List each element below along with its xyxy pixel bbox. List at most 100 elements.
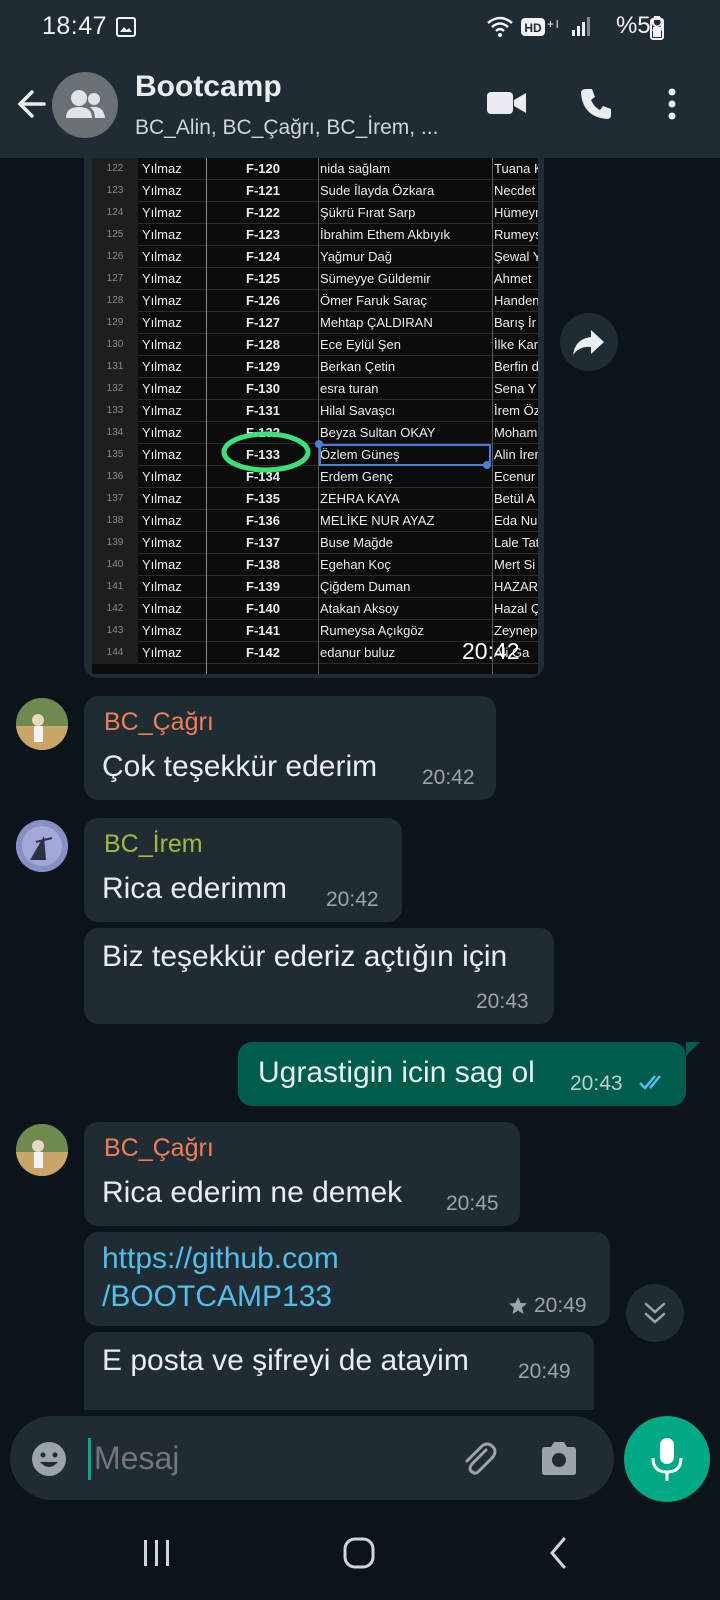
forward-icon (573, 330, 604, 355)
forward-button[interactable] (560, 313, 618, 371)
sender-name[interactable]: BC_Çağrı (104, 708, 214, 737)
sheet-cell: Ece Eylül Şen (320, 337, 401, 352)
sheet-cell: 135 (92, 444, 138, 466)
sheet-cell: 137 (92, 488, 138, 510)
sheet-cell: F-127 (246, 315, 280, 330)
sheet-row: 122 Yılmaz F-120 nida sağlam Tuana K (92, 158, 538, 180)
message-list[interactable]: 122 Yılmaz F-120 nida sağlam Tuana K 123 Yılma… (0, 158, 720, 1410)
back-nav-icon[interactable] (546, 1536, 570, 1570)
voice-call-icon[interactable] (578, 86, 614, 122)
avatar-photo (16, 698, 68, 750)
message-text: Rica ederimm (102, 872, 288, 905)
sheet-cell: Rumeysa Açıkgöz (320, 623, 425, 638)
sender-name[interactable]: BC_Çağrı (104, 1134, 214, 1163)
sheet-cell: Buse Mağde (320, 535, 393, 550)
starred-icon (509, 1297, 527, 1314)
sheet-cell: İlke Kar (494, 337, 538, 352)
sheet-row: 131 Yılmaz F-129 Berkan Çetin Berfin d (92, 356, 538, 378)
spreadsheet-image[interactable]: 122 Yılmaz F-120 nida sağlam Tuana K 123 Yılma… (92, 158, 538, 674)
sheet-cell: Mehtap ÇALDIRAN (320, 315, 433, 330)
chat-header: Bootcamp BC_Alin, BC_Çağrı, BC_İrem, ... (0, 56, 720, 158)
recent-apps-icon[interactable] (140, 1538, 174, 1568)
sheet-cell: Yılmaz (142, 249, 182, 264)
sheet-row: 139 Yılmaz F-137 Buse Mağde Lale Tat (92, 532, 538, 554)
sheet-cell: 123 (92, 180, 138, 202)
sheet-cell: Yılmaz (142, 315, 182, 330)
sheet-cell: F-139 (246, 579, 280, 594)
sheet-cell: F-135 (246, 491, 280, 506)
message-input[interactable] (94, 1434, 444, 1482)
sheet-cell: Mert Si (494, 557, 536, 572)
message-bubble[interactable]: BC_İrem Rica ederimm 20:42 (84, 818, 402, 922)
message-bubble[interactable]: BC_Çağrı Çok teşekkür ederim 20:42 (84, 696, 496, 800)
sheet-cell: Hazal Ç (494, 601, 538, 616)
avatar-cagri[interactable] (16, 698, 68, 750)
outgoing-message-bubble[interactable]: Ugrastigin icin sag ol 20:43 (238, 1042, 686, 1106)
message-time: 20:49 (534, 1294, 587, 1317)
avatar-cagri[interactable] (16, 1124, 68, 1176)
message-bubble[interactable]: Biz teşekkür ederiz açtığın için 20:43 (84, 928, 554, 1024)
chat-title[interactable]: Bootcamp (135, 70, 282, 104)
message-composer[interactable] (10, 1416, 614, 1500)
avatar-irem[interactable] (16, 820, 68, 872)
sheet-cell: Yılmaz (142, 271, 182, 286)
scroll-to-bottom-button[interactable] (626, 1284, 684, 1342)
status-bar: 18:47 HD + l %59 (0, 0, 720, 56)
status-time: 18:47 (42, 12, 108, 40)
sheet-cell: 130 (92, 334, 138, 356)
message-bubble[interactable]: https://github.com /BOOTCAMP133 20:49 (84, 1232, 610, 1326)
sheet-cell: 138 (92, 510, 138, 532)
sheet-cell: Yılmaz (142, 469, 182, 484)
attach-icon[interactable] (458, 1438, 500, 1480)
sheet-cell: Atakan Aksoy (320, 601, 399, 616)
message-time: 20:45 (446, 1192, 499, 1215)
video-call-icon[interactable] (486, 88, 528, 118)
more-options-icon[interactable] (666, 88, 678, 122)
microphone-icon (651, 1438, 683, 1481)
sheet-cell: F-137 (246, 535, 280, 550)
sheet-cell: F-129 (246, 359, 280, 374)
sheet-cell: Ecenur (494, 469, 536, 484)
sender-name[interactable]: BC_İrem (104, 830, 203, 859)
message-bubble[interactable]: E posta ve şifreyi de atayim 20:49 (84, 1332, 594, 1410)
sheet-cell: 131 (92, 356, 138, 378)
camera-icon[interactable] (538, 1440, 580, 1478)
green-highlight-circle (221, 431, 311, 473)
back-arrow-icon[interactable] (12, 86, 48, 122)
chat-members[interactable]: BC_Alin, BC_Çağrı, BC_İrem, ... (135, 116, 438, 140)
sheet-cell: F-136 (246, 513, 280, 528)
sheet-row: 142 Yılmaz F-140 Atakan Aksoy Hazal Ç (92, 598, 538, 620)
selected-cell (319, 444, 491, 466)
svg-text:l: l (556, 19, 558, 31)
sheet-cell: Yılmaz (142, 227, 182, 242)
read-receipt-icon (639, 1075, 661, 1090)
sheet-cell: Ahmet (494, 271, 532, 286)
sheet-cell: Yılmaz (142, 447, 182, 462)
sheet-cell: Yılmaz (142, 601, 182, 616)
sheet-cell: F-120 (246, 161, 280, 176)
home-icon[interactable] (342, 1536, 376, 1570)
selection-handle (315, 440, 323, 448)
sheet-cell: Yılmaz (142, 425, 182, 440)
sheet-cell: Çiğdem Duman (320, 579, 411, 594)
emoji-icon[interactable] (30, 1440, 68, 1478)
sheet-row: 137 Yılmaz F-135 ZEHRA KAYA Betül A (92, 488, 538, 510)
sheet-cell: Yılmaz (142, 513, 182, 528)
message-link[interactable]: https://github.com (102, 1242, 339, 1276)
image-timestamp: 20:42 (462, 638, 520, 664)
message-link[interactable]: /BOOTCAMP133 (102, 1280, 332, 1314)
sheet-cell: Şewal Y (494, 249, 538, 264)
sheet-cell: 144 (92, 642, 138, 664)
message-bubble[interactable]: BC_Çağrı Rica ederim ne demek 20:45 (84, 1122, 520, 1226)
sheet-cell: F-123 (246, 227, 280, 242)
sheet-cell: Necdet (494, 183, 536, 198)
voice-message-button[interactable] (624, 1416, 710, 1502)
group-avatar[interactable] (52, 72, 118, 138)
sheet-cell: Yılmaz (142, 161, 182, 176)
sheet-cell: Yağmur Dağ (320, 249, 393, 264)
sheet-cell: Yılmaz (142, 381, 182, 396)
sheet-row: 128 Yılmaz F-126 Ömer Faruk Saraç Handen (92, 290, 538, 312)
bubble-tail (686, 1042, 700, 1056)
message-text: E posta ve şifreyi de atayim (102, 1344, 469, 1377)
sheet-cell: Alin İrer (494, 447, 538, 462)
